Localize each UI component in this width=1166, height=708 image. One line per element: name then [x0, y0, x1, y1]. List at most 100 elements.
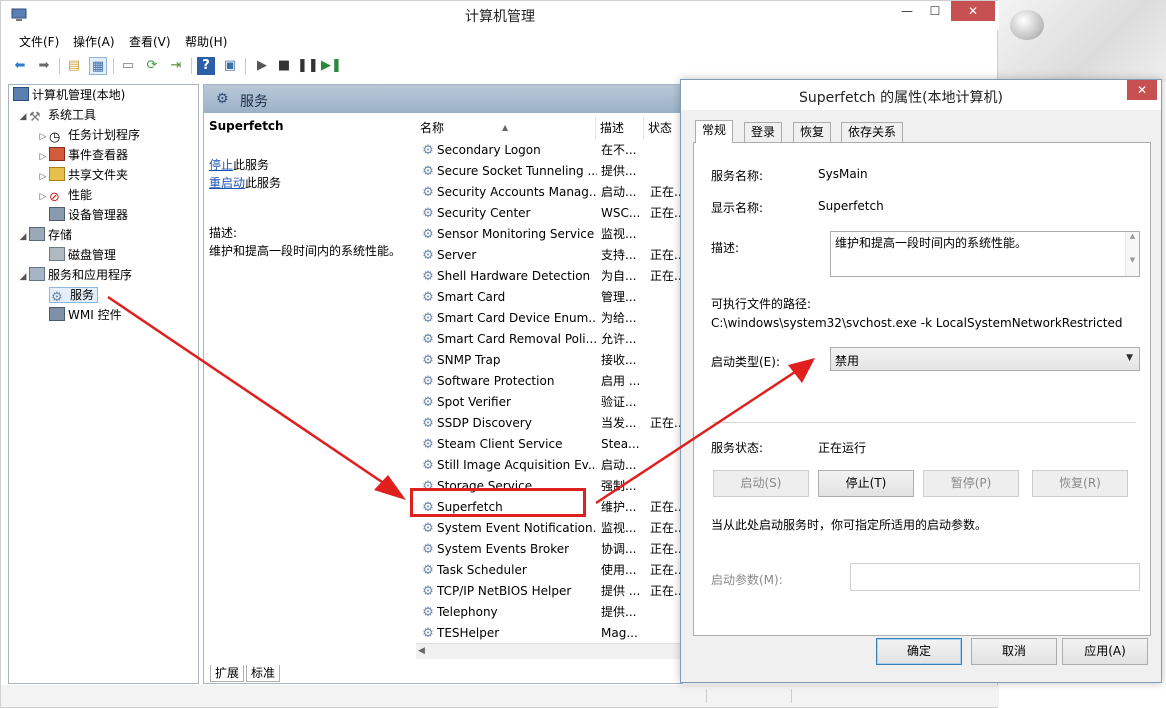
start-button[interactable]: 启动(S) — [713, 470, 809, 497]
tree-item-performance[interactable]: ▷ ⊘ 性能 — [37, 185, 92, 205]
table-row[interactable]: ⚙ TESHelper Mag... — [416, 623, 682, 644]
tab-logon[interactable]: 登录 — [744, 122, 783, 142]
up-folder-icon[interactable]: ▤ — [65, 57, 83, 75]
forward-icon[interactable]: ➡ — [35, 57, 53, 75]
pause-button[interactable]: 暂停(P) — [923, 470, 1019, 497]
stop-button[interactable]: 停止(T) — [818, 470, 914, 497]
restart-service-icon[interactable]: ▶❚ — [321, 57, 342, 75]
tree-item-disk-management[interactable]: 磁盘管理 — [49, 245, 116, 265]
resume-button[interactable]: 恢复(R) — [1032, 470, 1128, 497]
tree-item-event-viewer[interactable]: ▷ 事件查看器 — [37, 145, 128, 165]
table-row[interactable]: ⚙ Smart Card Device Enum... 为给... — [416, 308, 682, 329]
stop-service-link[interactable]: 停止 — [209, 158, 233, 172]
tree-item-shared-folders[interactable]: ▷ 共享文件夹 — [37, 165, 128, 185]
menu-view[interactable]: 查看(V) — [129, 33, 171, 50]
tree-item-system-tools[interactable]: ◢ ⚒ 系统工具 — [17, 105, 96, 125]
collapsed-arrow-icon[interactable]: ▷ — [37, 187, 49, 207]
window-title: 计算机管理 — [465, 9, 535, 25]
column-name-header[interactable]: 名称 ▲ — [416, 117, 596, 139]
maximize-button[interactable]: ☐ — [922, 1, 948, 21]
properties-icon[interactable]: ▭ — [119, 57, 137, 75]
dialog-title-bar[interactable]: Superfetch 的属性(本地计算机) ✕ — [681, 80, 1161, 110]
service-state-cell: 正在... — [650, 416, 682, 430]
apply-button[interactable]: 应用(A) — [1062, 638, 1148, 665]
column-desc-header[interactable]: 描述 — [596, 117, 644, 139]
column-state-header[interactable]: 状态 — [644, 117, 684, 139]
close-button[interactable]: ✕ — [951, 1, 995, 21]
start-params-input[interactable] — [850, 563, 1140, 591]
table-row[interactable]: ⚙ Smart Card 管理... — [416, 287, 682, 308]
help-icon[interactable]: ? — [197, 57, 215, 75]
tab-standard[interactable]: 标准 — [246, 665, 281, 682]
storage-icon — [29, 227, 45, 241]
refresh-icon[interactable]: ⟳ — [143, 57, 161, 75]
dialog-close-button[interactable]: ✕ — [1127, 80, 1157, 100]
tree-item-root[interactable]: 计算机管理(本地) — [13, 85, 125, 105]
tab-recovery[interactable]: 恢复 — [793, 122, 832, 142]
services-header-title: 服务 — [240, 94, 268, 110]
tree-item-wmi[interactable]: WMI 控件 — [49, 305, 122, 325]
menu-file[interactable]: 文件(F) — [19, 33, 59, 50]
table-row[interactable]: ⚙ Secondary Logon 在不... — [416, 140, 682, 161]
table-row[interactable]: ⚙ Security Accounts Manag... 启动... 正在... — [416, 182, 682, 203]
table-row[interactable]: ⚙ Smart Card Removal Poli... 允许... — [416, 329, 682, 350]
tree-item-services[interactable]: ⚙ 服务 — [49, 285, 99, 305]
table-row[interactable]: ⚙ Server 支持... 正在... — [416, 245, 682, 266]
restart-service-line: 重启动此服务 — [209, 176, 282, 190]
table-row[interactable]: ⚙ Security Center WSC... 正在... — [416, 203, 682, 224]
service-desc-cell: 为自... — [601, 269, 637, 283]
tab-dependencies[interactable]: 依存关系 — [841, 122, 904, 142]
tab-extended[interactable]: 扩展 — [210, 665, 245, 682]
tree-item-storage[interactable]: ◢ 存储 — [17, 225, 72, 245]
table-row[interactable]: ⚙ Software Protection 启用 ... — [416, 371, 682, 392]
ok-button[interactable]: 确定 — [876, 638, 962, 665]
tree-item-device-manager[interactable]: 设备管理器 — [49, 205, 128, 225]
expanded-arrow-icon[interactable]: ◢ — [17, 267, 29, 287]
table-row[interactable]: ⚙ Sensor Monitoring Service 监视... — [416, 224, 682, 245]
start-service-icon[interactable]: ▶ — [253, 57, 271, 75]
table-row[interactable]: ⚙ System Event Notification... 监视... 正在... — [416, 518, 682, 539]
description-box[interactable]: 维护和提高一段时间内的系统性能。 ▲ ▼ — [830, 231, 1140, 277]
dialog-title: Superfetch 的属性(本地计算机) — [799, 90, 1003, 106]
stop-service-icon[interactable]: ■ — [275, 57, 293, 75]
tab-general[interactable]: 常规 — [695, 120, 734, 143]
horizontal-scrollbar[interactable]: ◀ — [416, 643, 682, 659]
table-row[interactable]: ⚙ TCP/IP NetBIOS Helper 提供 ... 正在... — [416, 581, 682, 602]
expanded-arrow-icon[interactable]: ◢ — [17, 227, 29, 247]
show-action-pane-icon[interactable]: ▣ — [221, 57, 239, 75]
description-scrollbar[interactable]: ▲ ▼ — [1125, 232, 1139, 276]
table-row[interactable]: ⚙ Telephony 提供... — [416, 602, 682, 623]
collapsed-arrow-icon[interactable]: ▷ — [37, 127, 49, 147]
pause-service-icon[interactable]: ❚❚ — [297, 57, 319, 75]
restart-service-link[interactable]: 重启动 — [209, 176, 245, 190]
collapsed-arrow-icon[interactable]: ▷ — [37, 167, 49, 187]
service-state-cell: 正在... — [650, 269, 682, 283]
menu-help[interactable]: 帮助(H) — [185, 33, 227, 50]
table-row[interactable]: ⚙ Still Image Acquisition Ev... 启动... — [416, 455, 682, 476]
menu-action[interactable]: 操作(A) — [73, 33, 115, 50]
cancel-button[interactable]: 取消 — [971, 638, 1057, 665]
scroll-left-icon[interactable]: ◀ — [418, 646, 425, 656]
tree-item-services-apps[interactable]: ◢ 服务和应用程序 — [17, 265, 132, 285]
show-tree-icon[interactable]: ▦ — [89, 57, 107, 75]
table-row[interactable]: ⚙ Shell Hardware Detection 为自... 正在... — [416, 266, 682, 287]
event-viewer-icon — [49, 147, 65, 161]
table-row[interactable]: ⚙ SSDP Discovery 当发... 正在... — [416, 413, 682, 434]
table-row[interactable]: ⚙ SNMP Trap 接收... — [416, 350, 682, 371]
table-row[interactable]: ⚙ Spot Verifier 验证... — [416, 392, 682, 413]
gear-icon: ⚙ — [422, 311, 434, 326]
service-name-cell: Software Protection — [437, 374, 555, 388]
export-icon[interactable]: ⇥ — [167, 57, 185, 75]
expanded-arrow-icon[interactable]: ◢ — [17, 107, 29, 127]
gear-icon: ⚙ — [422, 164, 434, 179]
table-row[interactable]: ⚙ Task Scheduler 使用... 正在... — [416, 560, 682, 581]
table-row[interactable]: ⚙ Secure Socket Tunneling ... 提供... — [416, 161, 682, 182]
collapsed-arrow-icon[interactable]: ▷ — [37, 147, 49, 167]
startup-type-select[interactable]: 禁用 ▼ — [830, 347, 1140, 371]
table-row[interactable]: ⚙ System Events Broker 协调... 正在... — [416, 539, 682, 560]
title-bar[interactable]: 计算机管理 — ☐ ✕ — [1, 1, 999, 30]
back-icon[interactable]: ⬅ — [11, 57, 29, 75]
table-row[interactable]: ⚙ Steam Client Service Stea... — [416, 434, 682, 455]
minimize-button[interactable]: — — [894, 1, 920, 21]
tree-item-task-scheduler[interactable]: ▷ ◷ 任务计划程序 — [37, 125, 140, 145]
